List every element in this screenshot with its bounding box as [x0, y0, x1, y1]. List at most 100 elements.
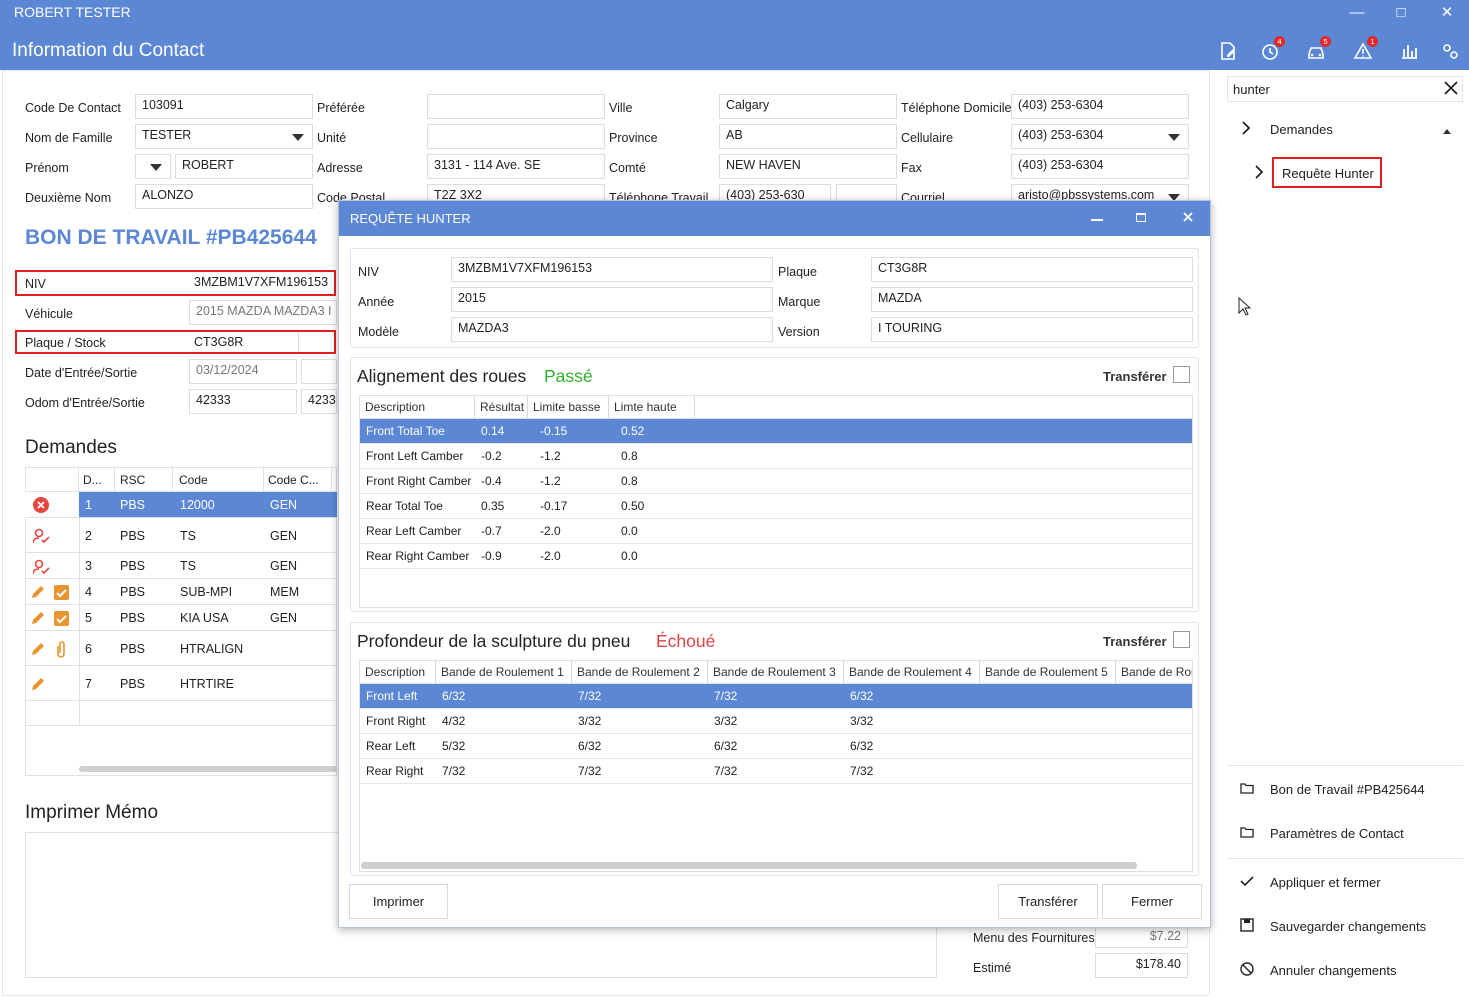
- dialog-version-field[interactable]: I TOURING: [871, 317, 1193, 342]
- demands-scrollbar[interactable]: [79, 766, 337, 772]
- alert-icon[interactable]: 1: [1352, 36, 1378, 62]
- alignment-row[interactable]: Rear Left Camber -0.7 -2.0 0.0: [360, 519, 1192, 544]
- tread-row[interactable]: Rear Right 7/32 7/32 7/32 7/32: [360, 759, 1192, 784]
- sidebar-item-demands[interactable]: Demandes: [1270, 122, 1333, 137]
- demands-col-codec[interactable]: Code C...: [268, 473, 319, 487]
- alignment-row[interactable]: Front Left Camber -0.2 -1.2 0.8: [360, 444, 1192, 469]
- dialog-close-button[interactable]: [1181, 210, 1195, 227]
- fax-label: Fax: [901, 161, 922, 175]
- clear-search-icon[interactable]: [1442, 79, 1460, 100]
- settings-icon[interactable]: [1439, 40, 1465, 62]
- date-out-field[interactable]: [301, 359, 337, 384]
- dialog-model-field[interactable]: MAZDA3: [451, 317, 773, 342]
- demands-col-d[interactable]: D...: [83, 473, 102, 487]
- pencil-icon: [30, 610, 46, 629]
- tread-col-4[interactable]: Bande de Roulement 4: [844, 661, 980, 683]
- tread-col-2[interactable]: Bande de Roulement 2: [572, 661, 708, 683]
- chevron-right-icon[interactable]: [1253, 164, 1265, 183]
- cell-field[interactable]: (403) 253-6304: [1011, 124, 1189, 149]
- vin-field[interactable]: 3MZBM1V7XFM196153: [194, 275, 328, 289]
- tread-col-1[interactable]: Bande de Roulement 1: [436, 661, 572, 683]
- tread-col-6[interactable]: Bande de Roulement 6: [1116, 661, 1192, 683]
- alignment-table-header: Description Résultat Limite basse Limte …: [360, 396, 1192, 419]
- contact-code-field[interactable]: 103091: [135, 94, 313, 119]
- tread-col-3[interactable]: Bande de Roulement 3: [708, 661, 844, 683]
- tread-scrollbar[interactable]: [361, 862, 1137, 869]
- align-col-description[interactable]: Description: [360, 396, 475, 418]
- demand-row[interactable]: 4 PBS SUB-MPI MEM: [25, 579, 337, 605]
- demands-col-rsc[interactable]: RSC: [120, 473, 145, 487]
- odom-in-field[interactable]: 42333: [189, 389, 297, 414]
- vehicle-label: Véhicule: [25, 307, 73, 321]
- align-col-low[interactable]: Limite basse: [528, 396, 609, 418]
- dialog-make-label: Marque: [778, 295, 821, 309]
- chevron-up-icon[interactable]: [1442, 124, 1452, 138]
- demand-row[interactable]: 6 PBS HTRALIGN: [25, 631, 337, 666]
- tread-col-description[interactable]: Description: [360, 661, 436, 683]
- search-box[interactable]: hunter: [1227, 76, 1463, 102]
- print-button[interactable]: Imprimer: [349, 884, 448, 919]
- alignment-row[interactable]: Front Right Camber -0.4 -1.2 0.8: [360, 469, 1192, 494]
- save-changes-button[interactable]: Sauvegarder changements: [1270, 919, 1426, 934]
- address-label: Adresse: [317, 161, 363, 175]
- tread-row[interactable]: Front Left 6/32 7/32 7/32 6/32: [360, 684, 1192, 709]
- close-button[interactable]: ✕: [1427, 2, 1467, 24]
- hometel-field[interactable]: (403) 253-6304: [1011, 94, 1189, 119]
- demand-row[interactable]: 2 PBS TS GEN: [25, 518, 337, 553]
- sidebar-item-contact-params[interactable]: Paramètres de Contact: [1270, 826, 1404, 841]
- alignment-transfer-checkbox[interactable]: [1173, 366, 1190, 383]
- salutation-dropdown[interactable]: [135, 154, 171, 179]
- firstname-field[interactable]: ROBERT: [175, 154, 313, 179]
- dialog-maximize-button[interactable]: [1136, 213, 1146, 222]
- minimize-button[interactable]: —: [1337, 2, 1377, 24]
- demand-row[interactable]: 3 PBS TS GEN: [25, 553, 337, 579]
- city-field[interactable]: Calgary: [719, 94, 897, 119]
- alignment-row[interactable]: Rear Total Toe 0.35 -0.17 0.50: [360, 494, 1192, 519]
- alignment-row[interactable]: Rear Right Camber -0.9 -2.0 0.0: [360, 544, 1192, 569]
- odom-out-field[interactable]: 4233: [301, 389, 337, 414]
- estimate-field[interactable]: $178.40: [1095, 953, 1188, 978]
- lastname-field[interactable]: TESTER: [135, 124, 313, 149]
- tread-panel: Profondeur de la sculpture du pneu Échou…: [350, 622, 1199, 876]
- dialog-minimize-button[interactable]: [1091, 219, 1103, 221]
- demand-row[interactable]: 7 PBS HTRTIRE: [25, 666, 337, 701]
- chevron-right-icon[interactable]: [1240, 120, 1252, 139]
- fax-field[interactable]: (403) 253-6304: [1011, 154, 1189, 179]
- middlename-field[interactable]: ALONZO: [135, 184, 313, 209]
- align-col-result[interactable]: Résultat: [475, 396, 528, 418]
- sidebar-item-workorder[interactable]: Bon de Travail #PB425644: [1270, 782, 1425, 797]
- address-field[interactable]: 3131 - 114 Ave. SE: [427, 154, 605, 179]
- cancel-changes-button[interactable]: Annuler changements: [1270, 963, 1396, 978]
- alignment-row[interactable]: Front Total Toe 0.14 -0.15 0.52: [360, 419, 1192, 444]
- vehicle-icon[interactable]: 5: [1305, 36, 1331, 62]
- apply-close-button[interactable]: Appliquer et fermer: [1270, 875, 1381, 890]
- demands-col-code[interactable]: Code: [179, 473, 208, 487]
- maximize-button[interactable]: □: [1381, 2, 1421, 24]
- close-dialog-button[interactable]: Fermer: [1102, 884, 1202, 919]
- tread-col-5[interactable]: Bande de Roulement 5: [980, 661, 1116, 683]
- chart-icon[interactable]: [1398, 40, 1424, 62]
- edit-document-icon[interactable]: [1217, 40, 1243, 62]
- supplies-field[interactable]: $7.22: [1095, 926, 1188, 948]
- tread-row[interactable]: Rear Left 5/32 6/32 6/32 6/32: [360, 734, 1192, 759]
- dialog-year-field[interactable]: 2015: [451, 287, 773, 312]
- province-field[interactable]: AB: [719, 124, 897, 149]
- tread-transfer-checkbox[interactable]: [1173, 631, 1190, 648]
- search-input[interactable]: hunter: [1233, 82, 1270, 97]
- history-icon[interactable]: 4: [1259, 36, 1285, 62]
- dialog-vin-field[interactable]: 3MZBM1V7XFM196153: [451, 257, 773, 282]
- dialog-make-field[interactable]: MAZDA: [871, 287, 1193, 312]
- vehicle-field[interactable]: 2015 MAZDA MAZDA3 I: [189, 300, 337, 325]
- transfer-button[interactable]: Transférer: [998, 884, 1098, 919]
- plate-field[interactable]: CT3G8R: [194, 335, 243, 349]
- dialog-plate-field[interactable]: CT3G8R: [871, 257, 1193, 282]
- tread-row[interactable]: Front Right 4/32 3/32 3/32 3/32: [360, 709, 1192, 734]
- preferred-field[interactable]: [427, 94, 605, 119]
- sidebar-item-hunter[interactable]: Requête Hunter: [1282, 166, 1374, 181]
- demand-row[interactable]: 1 PBS 12000 GEN: [25, 492, 337, 518]
- demand-row[interactable]: 5 PBS KIA USA GEN: [25, 605, 337, 631]
- unit-field[interactable]: [427, 124, 605, 149]
- align-col-high[interactable]: Limte haute: [609, 396, 695, 418]
- county-field[interactable]: NEW HAVEN: [719, 154, 897, 179]
- date-in-field[interactable]: 03/12/2024: [189, 359, 297, 384]
